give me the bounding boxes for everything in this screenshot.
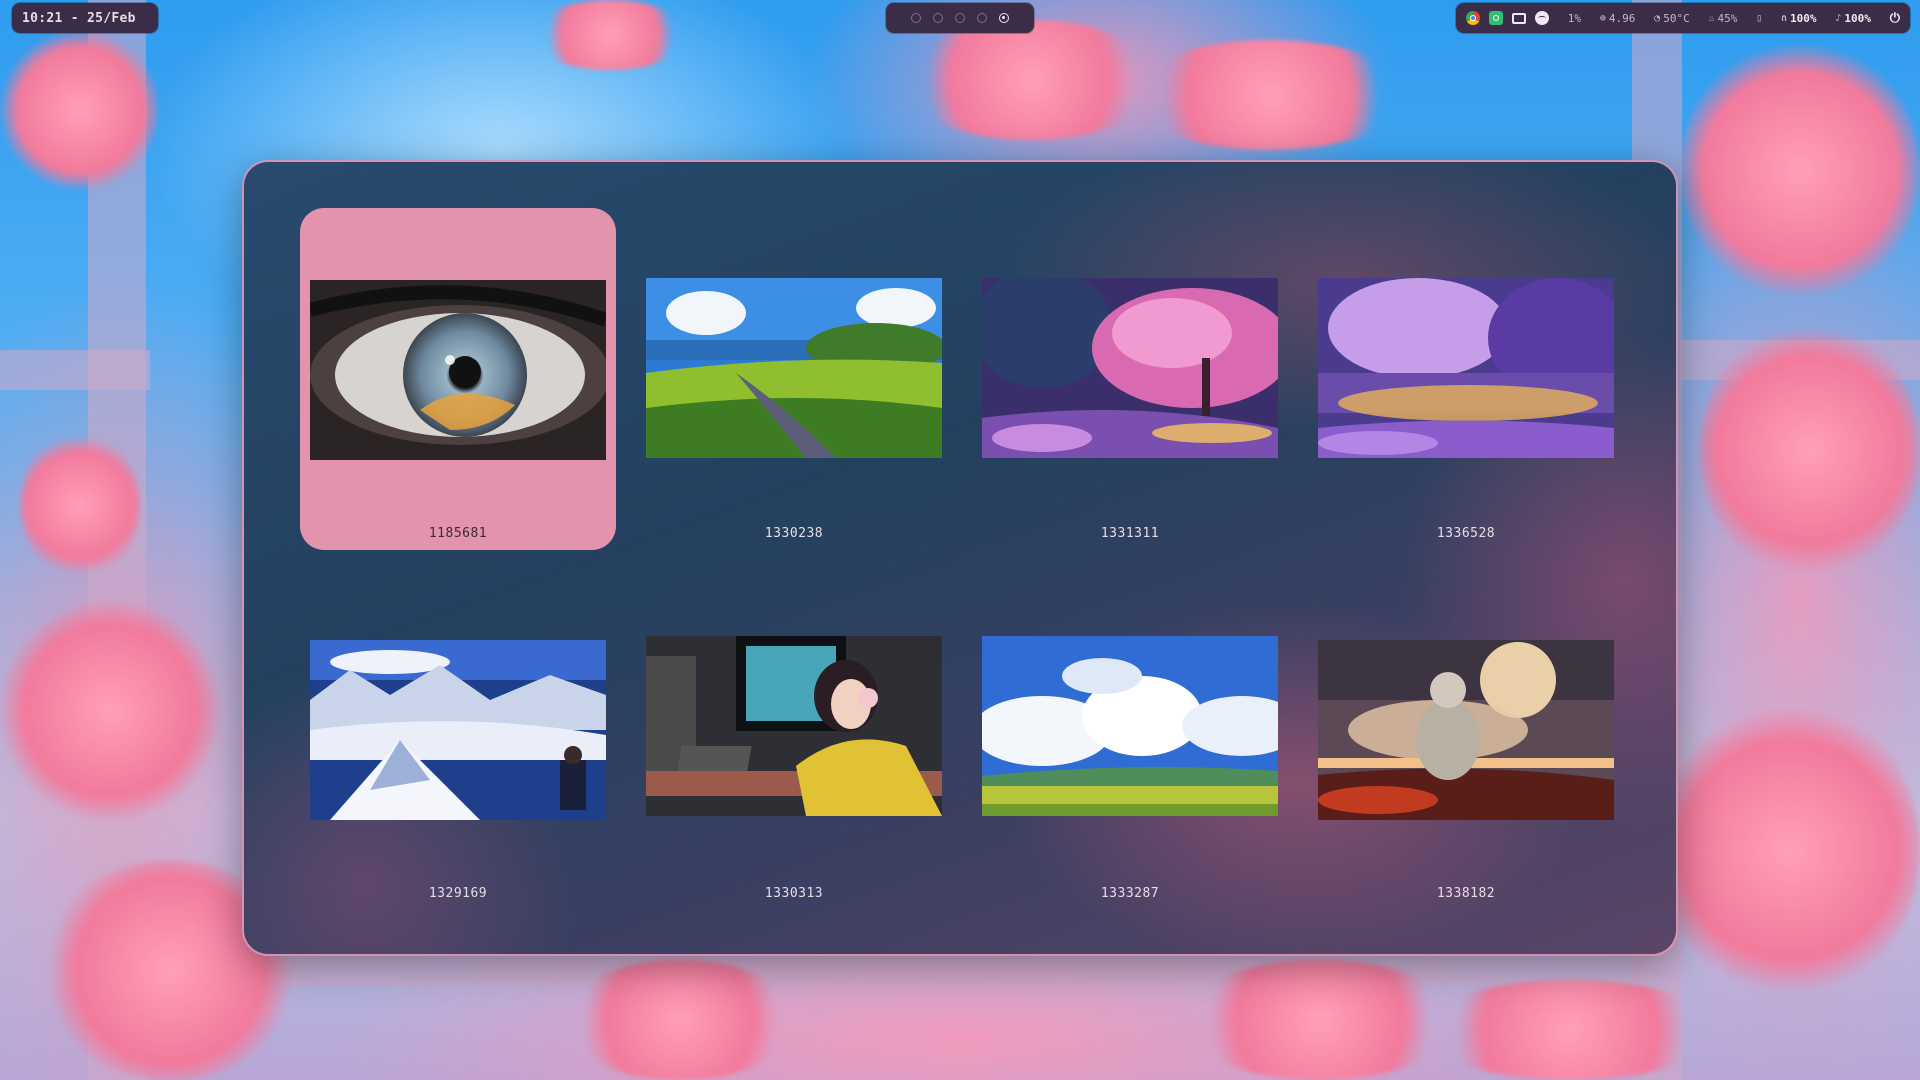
- memory-icon: ⊕: [1599, 12, 1606, 24]
- spotify-icon[interactable]: [1535, 11, 1549, 25]
- wallpaper-thumbnail: [646, 636, 942, 816]
- blossom-cluster: [1130, 40, 1410, 150]
- wallpaper-card[interactable]: 1338182: [1308, 568, 1624, 910]
- workspace-dot-active-icon[interactable]: [999, 13, 1009, 23]
- wallpaper-card[interactable]: 1330313: [636, 568, 952, 910]
- wallpaper-card[interactable]: 1329169: [300, 568, 616, 910]
- wallpaper-label: 1338182: [1436, 886, 1496, 901]
- blossom-cluster: [0, 600, 220, 820]
- workspace-dot-icon[interactable]: [955, 13, 965, 23]
- power-icon: ⏻: [1889, 10, 1900, 26]
- wallpaper-thumbnail: [982, 636, 1278, 816]
- status-bar: 1% ⊕ 4.96 ◔ 50°C ♨ 45% ▯ ∩ 100% ♪ 100% ⏻: [1456, 3, 1910, 33]
- wallpaper-label: 1330313: [764, 886, 824, 901]
- battery-icon: ▯: [1756, 12, 1763, 24]
- wallpaper-card[interactable]: 1333287: [972, 568, 1288, 910]
- blossom-cluster: [900, 20, 1160, 140]
- blossom-cluster: [1420, 980, 1720, 1080]
- brightness-value: 45%: [1717, 11, 1738, 25]
- thermometer-icon: ◔: [1654, 12, 1661, 24]
- cpu-value: 1%: [1567, 11, 1582, 25]
- wallpaper-label: 1185681: [428, 526, 488, 541]
- monitor-icon[interactable]: [1512, 12, 1526, 24]
- wallpaper-thumbnail: [1318, 278, 1614, 458]
- wallpaper-thumbnail: [310, 640, 606, 820]
- wallpaper-card[interactable]: 1331311: [972, 208, 1288, 550]
- wallpaper-thumbnail: [310, 280, 606, 460]
- blossom-cluster: [1700, 320, 1920, 580]
- wallpaper-picker-panel: 1185681 1330238 1331311 1336528 1329169 …: [242, 160, 1678, 956]
- wallpaper-label: 1331311: [1100, 526, 1160, 541]
- headphones-icon: ∩: [1781, 12, 1788, 24]
- wallpaper-thumbnail: [982, 278, 1278, 458]
- battery: ▯: [1756, 13, 1762, 24]
- wallpaper-label: 1329169: [428, 886, 488, 901]
- system-tray: [1466, 11, 1549, 25]
- wallpaper-card[interactable]: 1330238: [636, 208, 952, 550]
- memory-value: 4.96: [1608, 11, 1636, 25]
- wallpaper-label: 1330238: [764, 526, 824, 541]
- workspace-dot-icon[interactable]: [933, 13, 943, 23]
- blossom-cluster: [530, 0, 690, 70]
- workspace-dot-icon[interactable]: [977, 13, 987, 23]
- blossom-cluster: [1660, 700, 1920, 1000]
- temperature: ◔ 50°C: [1654, 12, 1690, 25]
- clock-text: 10:21 - 25/Feb: [22, 10, 136, 26]
- microphone-volume-value: 100%: [1844, 11, 1871, 25]
- blossom-cluster: [1680, 40, 1920, 300]
- workspace-dot-icon[interactable]: [911, 13, 921, 23]
- wallpaper-label: 1333287: [1100, 886, 1160, 901]
- wallpaper-card[interactable]: 1185681: [300, 208, 616, 550]
- blossom-cluster: [20, 430, 140, 580]
- blossom-cluster: [0, 30, 160, 190]
- microphone-icon: ♪: [1835, 12, 1842, 24]
- wallpaper-thumbnail: [1318, 640, 1614, 820]
- brightness-icon: ♨: [1708, 12, 1715, 24]
- wallpaper-label: 1336528: [1436, 526, 1496, 541]
- workspace-switcher: [886, 3, 1034, 33]
- temperature-value: 50°C: [1663, 11, 1690, 25]
- cpu-usage: 1%: [1568, 12, 1581, 25]
- memory-usage: ⊕ 4.96: [1600, 12, 1636, 25]
- clock-widget[interactable]: 10:21 - 25/Feb: [12, 3, 158, 33]
- window-frame-beam: [0, 350, 150, 390]
- power-button[interactable]: ⏻: [1890, 11, 1900, 26]
- headphone-volume[interactable]: ∩ 100%: [1781, 12, 1817, 25]
- green-app-icon[interactable]: [1489, 11, 1503, 25]
- headphone-volume-value: 100%: [1790, 11, 1817, 25]
- chrome-icon[interactable]: [1466, 11, 1480, 25]
- wallpaper-thumbnail: [646, 278, 942, 458]
- wallpaper-card[interactable]: 1336528: [1308, 208, 1624, 550]
- brightness[interactable]: ♨ 45%: [1709, 12, 1738, 25]
- microphone-volume[interactable]: ♪ 100%: [1835, 12, 1871, 25]
- blossom-cluster: [1180, 960, 1460, 1080]
- blossom-cluster: [560, 960, 800, 1080]
